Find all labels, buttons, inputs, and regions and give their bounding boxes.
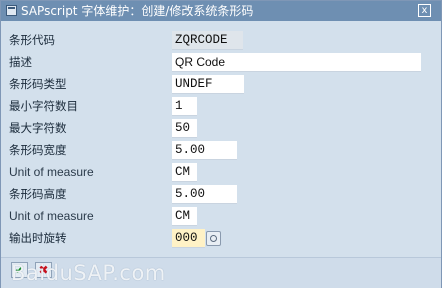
value-help-icon: [210, 235, 217, 242]
title-bar[interactable]: SAPscript 字体维护：创建/修改系统条形码 x: [1, 1, 441, 21]
description-input[interactable]: QR Code: [172, 53, 421, 72]
sap-window-icon: [6, 5, 17, 16]
form-row-width-unit: Unit of measure CM: [1, 162, 441, 182]
label-barcode-width: 条形码宽度: [9, 143, 67, 157]
form-row-barcode-name: 条形代码 ZQRCODE: [1, 30, 441, 50]
window-title: SAPscript 字体维护：创建/修改系统条形码: [21, 4, 254, 18]
label-min-chars: 最小字符数目: [9, 99, 78, 113]
form-row-barcode-type: 条形码类型 UNDEF: [1, 74, 441, 94]
form-row-barcode-width: 条形码宽度 5.00: [1, 140, 441, 160]
dialog-window: SAPscript 字体维护：创建/修改系统条形码 x 条形代码 ZQRCODE…: [0, 0, 442, 288]
label-barcode-name: 条形代码: [9, 33, 55, 47]
barcode-name-field: ZQRCODE: [172, 31, 243, 50]
height-unit-input[interactable]: CM: [172, 207, 197, 226]
label-height-unit: Unit of measure: [9, 209, 94, 223]
min-chars-input[interactable]: 1: [172, 97, 197, 116]
value-help-button[interactable]: [206, 231, 221, 246]
barcode-type-input[interactable]: UNDEF: [172, 75, 244, 94]
rotation-input[interactable]: 000: [172, 229, 205, 248]
form-row-max-chars: 最大字符数 50: [1, 118, 441, 138]
close-button[interactable]: x: [418, 4, 431, 17]
label-barcode-height: 条形码高度: [9, 187, 67, 201]
watermark-text: BaiduSAP.com: [11, 261, 166, 285]
form-row-barcode-height: 条形码高度 5.00: [1, 184, 441, 204]
width-unit-input[interactable]: CM: [172, 163, 197, 182]
label-rotation: 输出时旋转: [9, 231, 67, 245]
barcode-width-input[interactable]: 5.00: [172, 141, 237, 160]
label-max-chars: 最大字符数: [9, 121, 67, 135]
form-row-height-unit: Unit of measure CM: [1, 206, 441, 226]
barcode-height-input[interactable]: 5.00: [172, 185, 237, 204]
label-barcode-type: 条形码类型: [9, 77, 67, 91]
label-width-unit: Unit of measure: [9, 165, 94, 179]
label-description: 描述: [9, 55, 32, 69]
form-row-rotation: 输出时旋转 000: [1, 228, 441, 248]
max-chars-input[interactable]: 50: [172, 119, 197, 138]
form-row-description: 描述 QR Code: [1, 52, 441, 72]
form-row-min-chars: 最小字符数目 1: [1, 96, 441, 116]
